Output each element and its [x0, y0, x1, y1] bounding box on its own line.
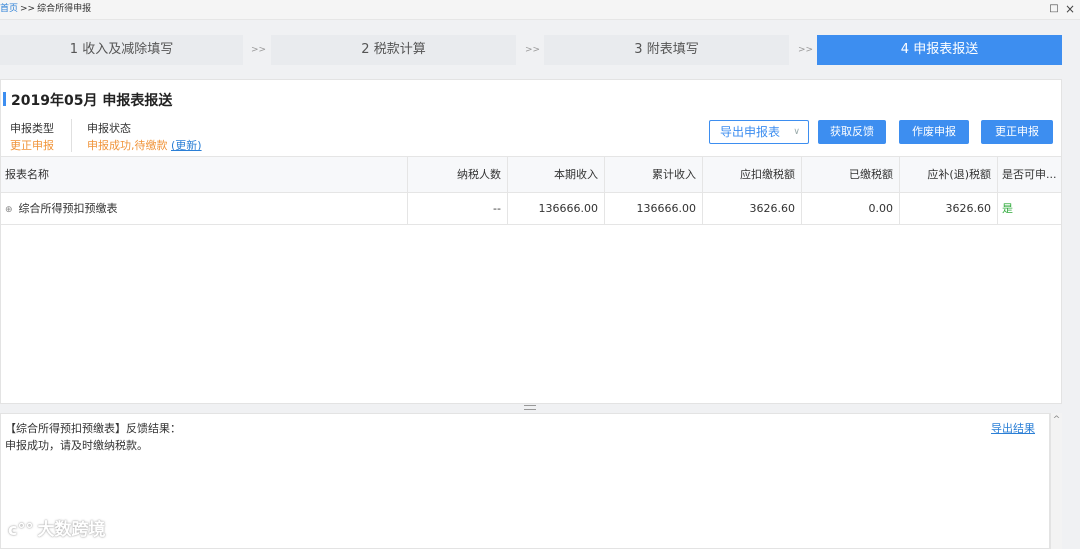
step-3-tab[interactable]: 3 附表填写 — [544, 35, 789, 65]
report-type-value: 更正申报 — [10, 139, 54, 152]
column-header[interactable]: 是否可申... — [997, 157, 1061, 192]
table-row[interactable]: ⊕ 综合所得预扣预缴表 -- 136666.00 136666.00 3626.6… — [1, 193, 1061, 225]
feedback-scrollbar[interactable]: ^ — [1050, 413, 1062, 549]
step-navigation: 1 收入及减除填写 >> 2 税款计算 >> 3 附表填写 >> 4 申报表报送 — [0, 35, 1080, 65]
feedback-title: 【综合所得预扣预缴表】反馈结果： — [5, 422, 181, 435]
table-cell: 3626.60 — [899, 193, 997, 224]
divider — [71, 119, 72, 152]
step-separator: >> — [798, 45, 814, 55]
get-feedback-button[interactable]: 获取反馈 — [818, 120, 886, 144]
watermark: ᴄ°° 大数跨境 — [8, 515, 105, 540]
column-header[interactable]: 报表名称 — [1, 157, 407, 192]
report-status-label: 申报状态 — [87, 122, 131, 135]
table-cell: 3626.60 — [702, 193, 801, 224]
export-report-label: 导出申报表 — [720, 125, 781, 139]
void-report-button[interactable]: 作废申报 — [899, 120, 969, 144]
column-header[interactable]: 已缴税额 — [801, 157, 899, 192]
column-header[interactable]: 累计收入 — [604, 157, 702, 192]
scroll-up-icon[interactable]: ^ — [1051, 415, 1062, 425]
column-header[interactable]: 纳税人数 — [407, 157, 507, 192]
maximize-icon[interactable]: □ — [1048, 2, 1060, 16]
expand-icon[interactable]: ⊕ — [5, 195, 13, 224]
feedback-message: 申报成功，请及时缴纳税款。 — [5, 439, 148, 452]
report-submit-panel: 2019年05月 申报表报送 申报类型 更正申报 申报状态 申报成功,待缴款 (… — [0, 79, 1062, 404]
step-1-tab[interactable]: 1 收入及减除填写 — [0, 35, 243, 65]
page-title: 2019年05月 申报表报送 — [11, 93, 173, 109]
step-2-tab[interactable]: 2 税款计算 — [271, 35, 516, 65]
watermark-text: 大数跨境 — [37, 520, 106, 540]
table-cell: 0.00 — [801, 193, 899, 224]
watermark-logo-icon: ᴄ°° — [8, 520, 34, 539]
chevron-down-icon: ∨ — [793, 127, 800, 137]
table-cell: -- — [407, 193, 507, 224]
splitter-grip-icon[interactable] — [524, 405, 536, 410]
report-name-cell: ⊕ 综合所得预扣预缴表 — [1, 193, 407, 224]
export-result-link[interactable]: 导出结果 — [991, 420, 1035, 436]
breadcrumb-home-link[interactable]: 首页 — [0, 4, 18, 14]
breadcrumb-separator: >> — [20, 4, 36, 14]
column-header[interactable]: 本期收入 — [507, 157, 604, 192]
feedback-panel: 【综合所得预扣预缴表】反馈结果： 申报成功，请及时缴纳税款。 导出结果 — [0, 413, 1050, 549]
table-header: 报表名称 纳税人数 本期收入 累计收入 应扣缴税额 已缴税额 应补(退)税额 是… — [1, 156, 1061, 193]
correct-report-button[interactable]: 更正申报 — [981, 120, 1053, 144]
column-header[interactable]: 应补(退)税额 — [899, 157, 997, 192]
report-type-label: 申报类型 — [10, 122, 54, 135]
step-4-tab[interactable]: 4 申报表报送 — [817, 35, 1062, 65]
title-accent-bar — [3, 92, 6, 106]
table-cell: 136666.00 — [507, 193, 604, 224]
column-header[interactable]: 应扣缴税额 — [702, 157, 801, 192]
step-separator: >> — [251, 45, 267, 55]
step-separator: >> — [525, 45, 541, 55]
export-report-dropdown[interactable]: 导出申报表 ∨ — [709, 120, 809, 144]
report-status-value: 申报成功,待缴款 (更新) — [87, 137, 202, 153]
close-icon[interactable]: × — [1064, 2, 1076, 16]
report-name: 综合所得预扣预缴表 — [18, 202, 118, 215]
breadcrumb-current: 综合所得申报 — [37, 4, 92, 14]
status-text: 申报成功,待缴款 — [87, 139, 168, 152]
table-cell: 是 — [997, 193, 1061, 224]
panel-splitter[interactable] — [0, 404, 1062, 413]
top-bar: 首页 >> 综合所得申报 □ × — [0, 0, 1080, 20]
table-cell: 136666.00 — [604, 193, 702, 224]
breadcrumb: 首页 >> 综合所得申报 — [0, 3, 91, 15]
refresh-status-link[interactable]: (更新) — [171, 139, 202, 152]
